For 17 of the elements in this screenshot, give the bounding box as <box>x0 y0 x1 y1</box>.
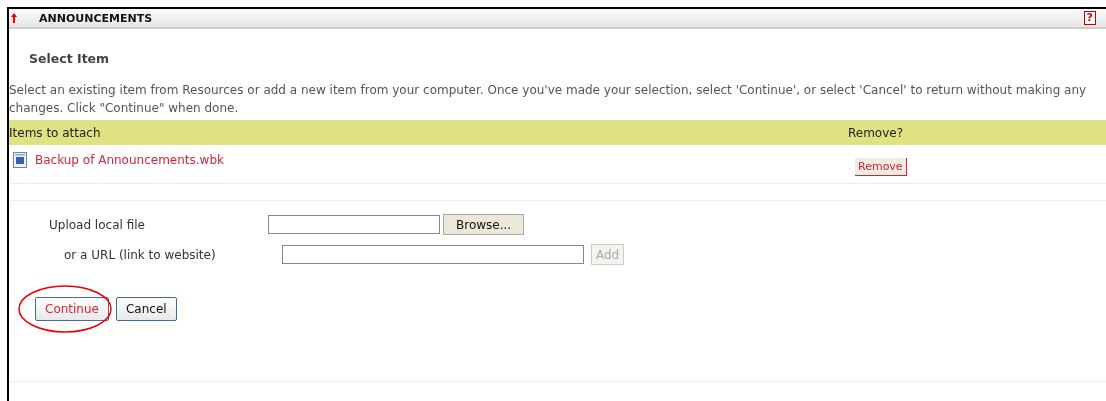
field-label: or a URL (link to website) <box>63 247 217 262</box>
up-arrow-icon[interactable] <box>11 13 17 23</box>
browse-button[interactable]: Browse... <box>443 214 525 235</box>
action-button[interactable]: Continue <box>35 297 109 321</box>
column-header: Remove? <box>848 125 905 140</box>
help-button[interactable]: ? <box>1083 11 1096 25</box>
instructions: Select an existing item from Resources or add a new item from your computer. Once you've made your selection, select 'Continue', or select 'Cancel' to return without making any changes. Click "Continue" when done. <box>9 82 1088 117</box>
remove-button[interactable]: Remove <box>855 158 907 176</box>
page-heading: Select Item <box>29 51 111 66</box>
file-input[interactable] <box>268 215 440 234</box>
file-link[interactable]: Backup of Announcements.wbk <box>35 153 224 167</box>
section-title: ANNOUNCEMENTS <box>39 11 153 25</box>
document-icon <box>13 152 27 168</box>
column-header: Items to attach <box>9 125 102 140</box>
url-input[interactable] <box>282 245 584 264</box>
field-label: Upload local file <box>48 217 146 232</box>
action-button[interactable]: Cancel <box>115 297 177 321</box>
